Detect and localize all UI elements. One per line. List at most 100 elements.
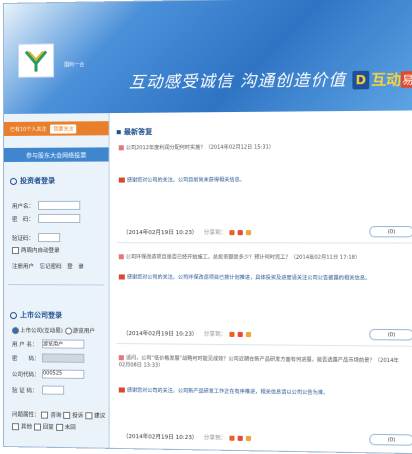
captcha-label: 验证码： bbox=[11, 236, 35, 243]
follow-count: 已有10个人关注 bbox=[9, 126, 47, 133]
remember-me[interactable]: 两周内自动登录 bbox=[11, 246, 60, 255]
filter-complaint-label: 投诉 bbox=[72, 413, 84, 420]
company-login-title: 上市公司登录 bbox=[9, 310, 63, 320]
question-item[interactable]: 请问，公司“低价格发展”战略何时能见成效？公司近期在新产品研发方面有何进展，能否… bbox=[118, 355, 399, 372]
vote-button[interactable]: 参与股东大会网络投票 bbox=[3, 147, 109, 162]
latest-replies-title: 最新答复 bbox=[116, 127, 153, 137]
filter-checkbox-consult[interactable] bbox=[41, 411, 49, 419]
answer-date: （2014年02月19日 10:23） bbox=[122, 330, 198, 338]
answer-icon bbox=[118, 274, 125, 280]
brand-sub: 易 bbox=[400, 71, 412, 88]
company-logo-icon bbox=[24, 50, 48, 72]
filter-replied-label: 回复 bbox=[42, 424, 54, 431]
share-label: 分享到： bbox=[203, 230, 227, 237]
share-icon-1[interactable] bbox=[229, 331, 235, 337]
brand-mark-icon: D bbox=[352, 70, 370, 90]
role-radio-company[interactable] bbox=[11, 327, 19, 335]
answer-item: 感谢您对公司的关注。公司环保改造项目已按计划推进，具体投资及进度请关注公司公告披… bbox=[118, 274, 389, 282]
captcha-input[interactable] bbox=[38, 233, 61, 243]
filter-consult-label: 咨询 bbox=[50, 412, 62, 419]
question-text: 请问，公司“低价格发展”战略何时能见成效？公司近期在新产品研发方面有何进展，能否… bbox=[118, 355, 399, 369]
answer-date: （2014年02月19日 10:23） bbox=[122, 230, 198, 237]
brand-text: 互动 bbox=[371, 72, 401, 90]
like-button[interactable]: (0) bbox=[369, 328, 412, 341]
password-input[interactable] bbox=[38, 213, 81, 223]
filter-row-1: 问题属性： 咨询 投诉 建议 bbox=[11, 410, 106, 420]
company-user-label: 用 户 名： bbox=[11, 342, 38, 349]
company-user-input[interactable]: 游览用户 bbox=[42, 339, 85, 349]
username-input[interactable] bbox=[38, 200, 81, 210]
filter-checkbox-unreplied[interactable] bbox=[55, 423, 63, 431]
share-icon-1[interactable] bbox=[229, 435, 235, 441]
answer-text: 感谢您对公司的关注。公司环保改造项目已按计划推进，具体投资及进度请关注公司公告披… bbox=[126, 274, 371, 282]
investor-login-label: 投资者登录 bbox=[19, 176, 56, 185]
filter-suggest-label: 建议 bbox=[94, 413, 106, 420]
share-icon-3[interactable] bbox=[246, 435, 252, 441]
app-frame: 国利一合 互动感受诚信 沟通创造价值 D 互动 易 已有10个人关注 我要关注 … bbox=[3, 0, 412, 454]
username-label: 用户名： bbox=[11, 203, 35, 210]
square-bullet-icon bbox=[116, 130, 121, 135]
answer-item: 感谢您对公司的关注。公司新产品研发工作正在有序推进，相关信息请以公司公告为准。 bbox=[118, 387, 389, 398]
share-icon-3[interactable] bbox=[246, 229, 252, 235]
sidebar-divider bbox=[7, 284, 105, 286]
answer-text: 感谢您对公司的关注。公司目前尚未获得相关信息。 bbox=[126, 177, 245, 184]
latest-replies-label: 最新答复 bbox=[123, 127, 153, 137]
brand-logo: D 互动 易 bbox=[352, 69, 412, 90]
company-captcha-label: 验 证 码： bbox=[11, 388, 38, 395]
share-label: 分享到： bbox=[203, 435, 227, 442]
follow-button[interactable]: 我要关注 bbox=[50, 123, 77, 134]
answer-meta: （2014年02月19日 10:23） 分享到： bbox=[122, 228, 252, 237]
filter-label: 问题属性： bbox=[11, 412, 40, 419]
logo-caption: 国利一合 bbox=[64, 61, 85, 69]
remember-checkbox[interactable] bbox=[11, 247, 19, 255]
header-banner: 国利一合 互动感受诚信 沟通创造价值 D 互动 易 bbox=[3, 0, 412, 114]
follow-bar: 已有10个人关注 我要关注 bbox=[3, 121, 109, 136]
question-item[interactable]: 公司2012年度利润分配何时实施？（2014年02月12日 15:31） bbox=[118, 144, 399, 153]
circle-icon bbox=[9, 177, 17, 185]
share-icon-2[interactable] bbox=[237, 229, 243, 235]
answer-item: 感谢您对公司的关注。公司目前尚未获得相关信息。 bbox=[118, 177, 389, 185]
share-icon-1[interactable] bbox=[229, 229, 235, 235]
slogan: 互动感受诚信 沟通创造价值 bbox=[128, 69, 347, 92]
question-icon bbox=[118, 145, 124, 151]
circle-icon bbox=[9, 311, 17, 319]
role-options: 上市公司(互动易) 游览用户 bbox=[11, 326, 95, 335]
share-label: 分享到： bbox=[203, 331, 227, 338]
answer-icon bbox=[118, 387, 125, 393]
company-pwd-label: 密 码： bbox=[11, 356, 40, 363]
answer-meta: （2014年02月19日 10:23） 分享到： bbox=[122, 432, 252, 442]
question-icon bbox=[118, 254, 124, 260]
company-code-input[interactable]: 000525 bbox=[42, 369, 85, 379]
role-guest-label: 游览用户 bbox=[72, 328, 95, 335]
password-label: 密 码： bbox=[11, 216, 35, 223]
filter-unreplied-label: 未回 bbox=[64, 424, 76, 432]
item-divider bbox=[116, 242, 412, 244]
filter-checkbox-complaint[interactable] bbox=[63, 411, 71, 420]
share-icon-2[interactable] bbox=[237, 331, 243, 337]
main-content: 最新答复 公司2012年度利润分配何时实施？（2014年02月12日 15:31… bbox=[113, 110, 412, 453]
filter-checkbox-replied[interactable] bbox=[33, 423, 41, 431]
company-code-label: 公司代码： bbox=[11, 372, 40, 379]
answer-meta: （2014年02月19日 10:23） 分享到： bbox=[122, 329, 252, 338]
investor-login-title: 投资者登录 bbox=[9, 176, 56, 186]
company-pwd-input[interactable] bbox=[42, 353, 85, 363]
item-divider bbox=[116, 343, 412, 347]
share-icon-3[interactable] bbox=[246, 331, 252, 337]
company-login-label: 上市公司登录 bbox=[19, 311, 63, 320]
register-links[interactable]: 注册用户 忘记密码 登 录 bbox=[12, 262, 84, 270]
question-item[interactable]: 公司环保改造项目是否已经开始施工，总投资额是多少？预计何时完工？（2014年02… bbox=[118, 254, 399, 262]
answer-date: （2014年02月19日 10:23） bbox=[122, 433, 198, 442]
filter-row-2: 其他 回复 未回 bbox=[11, 422, 76, 432]
remember-label: 两周内自动登录 bbox=[20, 248, 60, 255]
filter-other-label: 其他 bbox=[20, 424, 33, 431]
role-radio-guest[interactable] bbox=[64, 327, 72, 335]
share-icon-2[interactable] bbox=[237, 435, 243, 441]
like-button[interactable]: (0) bbox=[369, 226, 412, 238]
filter-checkbox-suggest[interactable] bbox=[85, 412, 93, 420]
like-button[interactable]: (0) bbox=[369, 433, 412, 446]
answer-text: 感谢您对公司的关注。公司新产品研发工作正在有序推进，相关信息请以公司公告为准。 bbox=[126, 387, 329, 397]
role-company-label: 上市公司(互动易) bbox=[19, 328, 63, 335]
company-captcha-input[interactable] bbox=[42, 385, 65, 395]
filter-checkbox-other[interactable] bbox=[11, 423, 19, 431]
question-icon bbox=[118, 355, 124, 361]
